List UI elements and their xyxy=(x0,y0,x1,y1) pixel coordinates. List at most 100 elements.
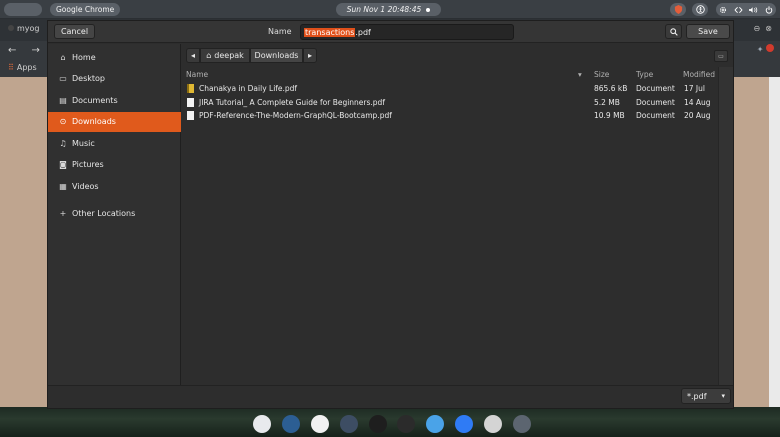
globe-icon[interactable] xyxy=(282,414,301,433)
file-modified: 20 Aug xyxy=(684,111,711,120)
sidebar-item-desktop[interactable]: ▭ Desktop xyxy=(48,69,181,89)
file-modified: 14 Aug xyxy=(684,97,711,107)
system-top-bar: Google Chrome Sun Nov 1 20:48:45 xyxy=(0,0,780,19)
path-bar: ◂ ⌂ deepak Downloads ▸ xyxy=(182,44,733,65)
chrome-tab-title[interactable]: myog xyxy=(8,24,40,33)
accessibility-icon[interactable] xyxy=(692,3,708,16)
file-size: 5.2 MB xyxy=(594,97,620,107)
save-button[interactable]: Save xyxy=(686,24,730,39)
home-icon: ⌂ xyxy=(60,52,66,62)
close-icon[interactable]: ⊗ xyxy=(765,24,772,33)
extension-icon[interactable]: ✦ xyxy=(757,45,764,54)
file-name: Chanakya in Daily Life.pdf xyxy=(199,84,298,93)
finder-icon[interactable] xyxy=(426,414,445,433)
chrome-window-controls[interactable]: ⊖ ⊗ xyxy=(754,24,773,33)
apple-menu[interactable] xyxy=(4,3,42,16)
power-icon[interactable] xyxy=(765,5,773,14)
chrome-nav-arrows[interactable]: ← → xyxy=(8,45,46,56)
clock-text: Sun Nov 1 20:48:45 xyxy=(346,5,422,14)
column-type[interactable]: Type xyxy=(636,70,653,79)
file-modified: 17 Jul xyxy=(684,84,705,93)
search-button[interactable] xyxy=(665,24,682,39)
file-type-filter[interactable]: *.pdf ▾ xyxy=(681,388,731,404)
launchpad-icon[interactable] xyxy=(512,414,531,433)
active-app-name[interactable]: Google Chrome xyxy=(50,3,121,16)
file-name: JIRA Tutorial_ A Complete Guide for Begi… xyxy=(199,97,385,107)
column-modified[interactable]: Modified xyxy=(683,70,715,79)
path-crumb-downloads[interactable]: Downloads xyxy=(250,48,303,63)
filename-input[interactable]: transactions .pdf xyxy=(300,24,514,40)
sidebar-item-label: Desktop xyxy=(72,74,105,83)
column-name[interactable]: Name xyxy=(186,70,208,79)
file-row[interactable]: Chanakya in Daily Life.pdf 865.6 kB Docume… xyxy=(182,82,718,96)
vscode-icon[interactable] xyxy=(368,414,387,433)
path-back-button[interactable]: ◂ xyxy=(186,48,200,63)
save-file-dialog: Cancel Name transactions .pdf Save ⌂ Home ▭… xyxy=(47,20,734,409)
volume-icon[interactable] xyxy=(749,6,758,14)
desktop-icon: ▭ xyxy=(59,74,67,83)
sidebar-item-label: Videos xyxy=(72,181,99,191)
column-size[interactable]: Size xyxy=(594,70,609,79)
sidebar-item-other-locations[interactable]: + Other Locations xyxy=(48,203,181,223)
downloads-icon: ⊙ xyxy=(59,117,67,126)
shield-icon[interactable] xyxy=(670,3,686,16)
sort-arrow-icon: ▾ xyxy=(578,70,582,79)
sidebar-item-label: Music xyxy=(72,138,95,148)
system-tray[interactable] xyxy=(716,3,776,16)
sidebar-item-label: Documents xyxy=(72,95,118,105)
documents-icon: ▤ xyxy=(59,95,67,105)
tab-favicon-icon xyxy=(8,25,14,31)
file-row[interactable]: JIRA Tutorial_ A Complete Guide for Begi… xyxy=(182,96,718,110)
sidebar-item-home[interactable]: ⌂ Home xyxy=(48,47,181,67)
home-icon: ⌂ xyxy=(206,51,212,60)
chrome-apps-bookmark[interactable]: ⠿ Apps xyxy=(8,63,37,72)
trash-icon[interactable] xyxy=(483,414,502,433)
mongodb-icon[interactable] xyxy=(310,414,329,433)
sidebar-item-downloads[interactable]: ⊙ Downloads xyxy=(48,111,181,132)
dialog-header: Cancel Name transactions .pdf Save xyxy=(48,21,733,43)
apps-grid-icon: ⠿ xyxy=(8,63,14,72)
chrome-icon[interactable] xyxy=(253,414,272,433)
videos-icon: ▦ xyxy=(59,181,67,191)
pdf-file-icon xyxy=(187,84,194,93)
search-icon xyxy=(669,27,678,36)
new-folder-button[interactable]: ▭ xyxy=(714,50,728,62)
file-type: Document xyxy=(636,111,675,120)
profile-avatar[interactable] xyxy=(766,44,774,52)
plus-icon: + xyxy=(59,208,67,218)
sidebar-item-label: Home xyxy=(72,52,96,62)
dock xyxy=(248,410,536,437)
file-list: Name ▾ Size Type Modified Chanakya in Da… xyxy=(182,67,718,385)
cancel-button[interactable]: Cancel xyxy=(54,24,95,39)
pictures-icon: ◙ xyxy=(59,160,67,169)
clock[interactable]: Sun Nov 1 20:48:45 xyxy=(336,3,441,16)
new-folder-icon: ▭ xyxy=(718,52,724,60)
pdf-file-icon xyxy=(187,97,194,107)
appstore-icon[interactable] xyxy=(454,414,473,433)
page-scrollbar[interactable] xyxy=(769,77,780,407)
file-row[interactable]: PDF-Reference-The-Modern-GraphQL-Bootcam… xyxy=(182,109,718,123)
sidebar-item-videos[interactable]: ▦ Videos xyxy=(48,176,181,196)
file-name: PDF-Reference-The-Modern-GraphQL-Bootcam… xyxy=(199,111,392,120)
minimize-icon[interactable]: ⊖ xyxy=(754,24,761,33)
terminal-icon[interactable] xyxy=(397,414,416,433)
chevron-down-icon: ▾ xyxy=(721,392,725,400)
sidebar-item-documents[interactable]: ▤ Documents xyxy=(48,90,181,110)
file-list-scrollbar[interactable] xyxy=(718,67,733,385)
settings-icon[interactable] xyxy=(719,6,727,14)
chrome-extension-icons[interactable]: ✦ xyxy=(757,44,774,54)
filename-selected-text: transactions xyxy=(304,27,356,37)
app-icon[interactable] xyxy=(339,414,358,433)
file-size: 865.6 kB xyxy=(594,84,628,93)
network-icon[interactable] xyxy=(734,6,743,14)
file-type: Document xyxy=(636,97,675,107)
path-crumb-home[interactable]: ⌂ deepak xyxy=(200,48,250,63)
clock-dot-icon xyxy=(426,7,431,12)
dialog-footer xyxy=(48,385,733,408)
path-forward-button[interactable]: ▸ xyxy=(303,48,317,63)
sidebar-item-label: Downloads xyxy=(72,117,116,126)
sidebar-item-music[interactable]: ♫ Music xyxy=(48,133,181,153)
sidebar-item-pictures[interactable]: ◙ Pictures xyxy=(48,155,181,175)
music-icon: ♫ xyxy=(59,138,67,148)
sidebar-item-label: Pictures xyxy=(72,160,104,169)
